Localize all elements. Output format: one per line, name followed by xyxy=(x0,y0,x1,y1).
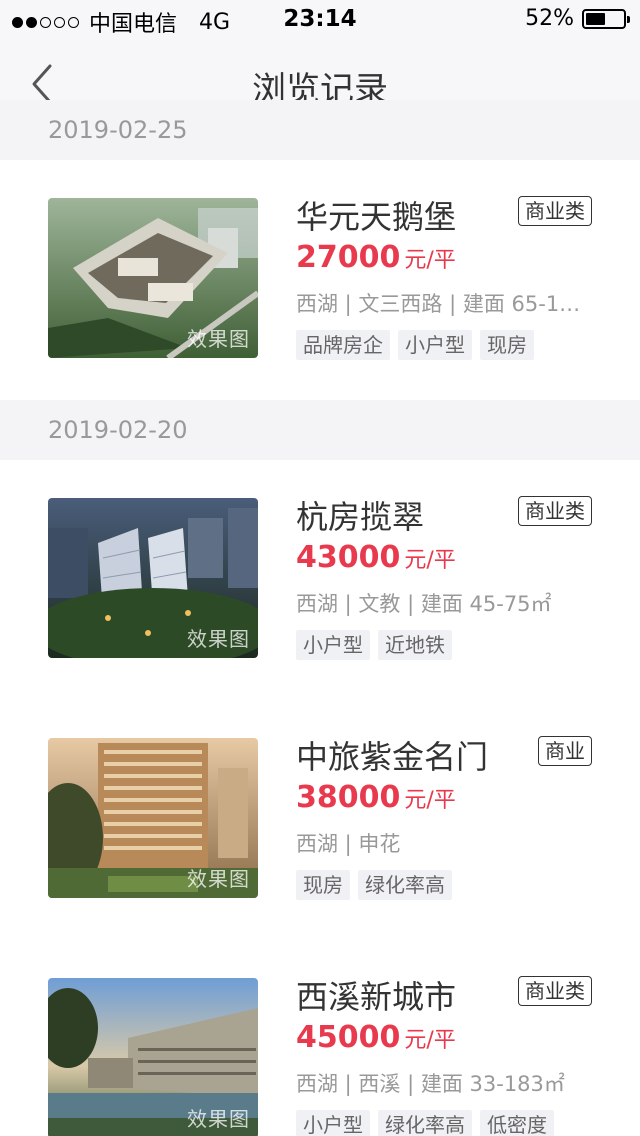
battery-level xyxy=(586,12,605,25)
price-unit: 元/平 xyxy=(404,248,456,273)
watermark-label: 效果图 xyxy=(187,1107,250,1131)
type-badge: 商业类 xyxy=(518,496,592,526)
listing-price: 27000 元/平 xyxy=(296,240,456,275)
feature-tag: 低密度 xyxy=(480,1110,554,1136)
tag-list: 现房 绿化率高 xyxy=(296,870,452,900)
type-badge: 商业类 xyxy=(518,976,592,1006)
price-unit: 元/平 xyxy=(404,548,456,573)
listing-details: 西湖 | 西溪 | 建面 33-183㎡ xyxy=(296,1072,565,1096)
feature-tag: 品牌房企 xyxy=(296,330,390,360)
feature-tag: 近地铁 xyxy=(378,630,452,660)
listing-photo: 效果图 xyxy=(48,498,258,658)
feature-tag: 小户型 xyxy=(296,1110,370,1136)
listing-name: 西溪新城市 xyxy=(296,978,457,1016)
app-screen: 中国电信 4G 23:14 52% 浏览记录 2019-02-25 效果图 华元… xyxy=(0,0,640,1136)
feature-tag: 现房 xyxy=(296,870,350,900)
listing-details: 西湖 | 申花 xyxy=(296,832,401,856)
price-value: 27000 xyxy=(296,240,401,275)
listing-card[interactable]: 效果图 西溪新城市 商业类 45000 元/平 西湖 | 西溪 | 建面 33-1… xyxy=(0,940,640,1136)
listing-photo: 效果图 xyxy=(48,738,258,898)
listing-price: 43000 元/平 xyxy=(296,540,456,575)
listing-name: 中旅紫金名门 xyxy=(296,738,489,776)
tag-list: 小户型 近地铁 xyxy=(296,630,452,660)
tag-list: 小户型 绿化率高 低密度 xyxy=(296,1110,554,1136)
watermark-label: 效果图 xyxy=(187,867,250,891)
feature-tag: 小户型 xyxy=(398,330,472,360)
price-unit: 元/平 xyxy=(404,1028,456,1053)
status-bar: 中国电信 4G 23:14 52% xyxy=(0,0,640,40)
battery-percent: 52% xyxy=(525,6,574,31)
price-value: 45000 xyxy=(296,1020,401,1055)
feature-tag: 现房 xyxy=(480,330,534,360)
date-header: 2019-02-25 xyxy=(0,100,640,160)
price-value: 38000 xyxy=(296,780,401,815)
listing-details: 西湖 | 文三西路 | 建面 65-1… xyxy=(296,292,581,316)
listing-card[interactable]: 效果图 华元天鹅堡 商业类 27000 元/平 西湖 | 文三西路 | 建面 65… xyxy=(0,160,640,400)
listing-name: 杭房揽翠 xyxy=(296,498,425,536)
feature-tag: 绿化率高 xyxy=(378,1110,472,1136)
listing-photo: 效果图 xyxy=(48,978,258,1136)
type-badge: 商业 xyxy=(538,736,592,766)
listing-price: 38000 元/平 xyxy=(296,780,456,815)
price-value: 43000 xyxy=(296,540,401,575)
listing-card[interactable]: 效果图 中旅紫金名门 商业 38000 元/平 西湖 | 申花 现房 绿化率高 xyxy=(0,700,640,940)
feature-tag: 小户型 xyxy=(296,630,370,660)
listing-photo: 效果图 xyxy=(48,198,258,358)
listing-details: 西湖 | 文教 | 建面 45-75㎡ xyxy=(296,592,552,616)
feature-tag: 绿化率高 xyxy=(358,870,452,900)
date-header: 2019-02-20 xyxy=(0,400,640,460)
tag-list: 品牌房企 小户型 现房 xyxy=(296,330,534,360)
watermark-label: 效果图 xyxy=(187,327,250,351)
listing-price: 45000 元/平 xyxy=(296,1020,456,1055)
type-badge: 商业类 xyxy=(518,196,592,226)
listing-card[interactable]: 效果图 杭房揽翠 商业类 43000 元/平 西湖 | 文教 | 建面 45-75… xyxy=(0,460,640,700)
price-unit: 元/平 xyxy=(404,788,456,813)
watermark-label: 效果图 xyxy=(187,627,250,651)
status-right: 52% xyxy=(525,6,630,31)
listing-name: 华元天鹅堡 xyxy=(296,198,457,236)
battery-icon xyxy=(582,8,630,29)
